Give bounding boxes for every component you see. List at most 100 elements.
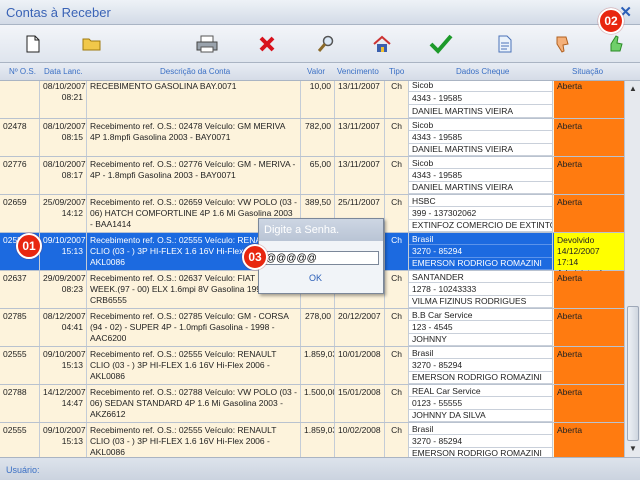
cheque-holder: DANIEL MARTINS VIEIRA <box>409 105 552 118</box>
cell-cheque: SANTANDER 1278 - 10243333 VILMA FIZINUS RO… <box>409 271 553 308</box>
cheque-bank: B.B Car Service <box>409 309 552 322</box>
cell-os: 02785 <box>0 309 40 346</box>
cell-venc: 13/11/2007 <box>335 119 385 156</box>
thumbs-down-icon[interactable] <box>548 29 578 59</box>
open-folder-icon[interactable] <box>77 29 107 59</box>
cell-valor: 65,00 <box>301 157 335 194</box>
cheque-number: 123 - 4545 <box>409 321 552 334</box>
cell-date-value: 09/10/2007 <box>43 235 86 245</box>
cell-date: 08/10/2007 08:15 <box>40 119 87 156</box>
cell-time-value: 14:12 <box>61 208 83 218</box>
window-title: Contas à Receber <box>6 5 111 20</box>
cell-venc: 10/02/2008 <box>335 423 385 457</box>
confirm-check-icon[interactable] <box>426 29 456 59</box>
col-tipo[interactable]: Tipo <box>389 67 404 76</box>
cheque-bank: SANTANDER <box>409 271 552 284</box>
cell-date-value: 29/09/2007 <box>43 273 86 283</box>
cheque-holder: EMERSON RODRIGO ROMAZINI <box>409 372 552 384</box>
cell-os: 02788 <box>0 385 40 422</box>
cell-date-value: 25/09/2007 <box>43 197 86 207</box>
cell-venc: 20/12/2007 <box>335 309 385 346</box>
table-row[interactable]: 02776 08/10/2007 08:17 Recebimento ref. O.S… <box>0 157 624 195</box>
col-os[interactable]: Nº O.S. <box>9 67 36 76</box>
table-row[interactable]: 08/10/2007 08:21 RECEBIMENTO GASOLINA BAY.… <box>0 81 624 119</box>
cheque-bank: Sicob <box>409 157 552 170</box>
cell-situacao: Aberta <box>554 309 624 346</box>
table-row[interactable]: 02478 08/10/2007 08:15 Recebimento ref. O.S… <box>0 119 624 157</box>
cheque-bank: Brasil <box>409 347 552 360</box>
callout-badge-1: 01 <box>16 233 42 259</box>
cell-valor: 1.859,03 <box>301 423 335 457</box>
cell-date: 14/12/2007 14:47 <box>40 385 87 422</box>
vertical-scrollbar[interactable]: ▲ ▼ <box>624 81 640 457</box>
col-desc[interactable]: Descrição da Conta <box>160 67 230 76</box>
cell-desc: Recebimento ref. O.S.: 02555 Veículo: RE… <box>87 423 301 457</box>
scroll-up-icon[interactable]: ▲ <box>627 83 639 95</box>
col-situacao[interactable]: Situação <box>572 67 603 76</box>
table-row[interactable]: 02788 14/12/2007 14:47 Recebimento ref. O.S… <box>0 385 624 423</box>
table-row[interactable]: 02785 08/12/2007 04:41 Recebimento ref. O.S… <box>0 309 624 347</box>
cheque-holder: EMERSON RODRIGO ROMAZINI <box>409 448 552 457</box>
cell-situacao: Aberta <box>554 81 624 118</box>
dialog-title: Digite a Senha. <box>259 219 383 241</box>
cell-cheque: Brasil 3270 - 85294 EMERSON RODRIGO ROMAZI… <box>409 233 553 270</box>
table-row[interactable]: 02555 09/10/2007 15:13 Recebimento ref. O.S… <box>0 347 624 385</box>
cell-cheque: Sicob 4343 - 19585 DANIEL MARTINS VIEIRA <box>409 81 553 118</box>
cell-venc: 15/01/2008 <box>335 385 385 422</box>
report-icon[interactable] <box>490 29 520 59</box>
cheque-number: 399 - 137302062 <box>409 207 552 220</box>
scroll-down-icon[interactable]: ▼ <box>627 443 639 455</box>
cell-date-value: 09/10/2007 <box>43 425 86 435</box>
cell-tipo: Ch <box>385 309 409 346</box>
cheque-number: 4343 - 19585 <box>409 131 552 144</box>
cheque-number: 0123 - 55555 <box>409 397 552 410</box>
cell-date: 08/10/2007 08:21 <box>40 81 87 118</box>
cell-valor: 1.859,03 <box>301 347 335 384</box>
scroll-thumb[interactable] <box>627 306 639 441</box>
cell-valor: 782,00 <box>301 119 335 156</box>
cheque-holder: DANIEL MARTINS VIEIRA <box>409 182 552 194</box>
home-icon[interactable] <box>367 29 397 59</box>
cell-date-value: 09/10/2007 <box>43 349 86 359</box>
cell-time-value: 08:15 <box>61 132 83 142</box>
cheque-bank: REAL Car Service <box>409 385 552 398</box>
cell-time-value: 08:17 <box>61 170 83 180</box>
cell-date-value: 08/12/2007 <box>43 311 86 321</box>
cheque-number: 4343 - 19585 <box>409 92 552 105</box>
col-venc[interactable]: Vencimento <box>337 67 379 76</box>
cell-situacao: Aberta <box>554 347 624 384</box>
table-row[interactable]: 02555 09/10/2007 15:13 Recebimento ref. O.S… <box>0 423 624 457</box>
cell-time-value: 15:13 <box>61 246 83 256</box>
cell-situacao: Aberta <box>554 157 624 194</box>
cell-valor: 10,00 <box>301 81 335 118</box>
cell-tipo: Ch <box>385 157 409 194</box>
col-valor[interactable]: Valor <box>307 67 325 76</box>
cell-os: 02659 <box>0 195 40 232</box>
password-input[interactable] <box>263 251 379 265</box>
print-icon[interactable] <box>192 29 222 59</box>
cell-date-value: 08/10/2007 <box>43 81 86 91</box>
delete-icon[interactable] <box>252 29 282 59</box>
cell-date-value: 14/12/2007 <box>43 387 86 397</box>
new-document-icon[interactable] <box>18 29 48 59</box>
cell-valor: 1.500,00 <box>301 385 335 422</box>
ok-button[interactable]: OK <box>309 273 322 283</box>
cell-desc: RECEBIMENTO GASOLINA BAY.0071 <box>87 81 301 118</box>
cell-situacao: Aberta <box>554 271 624 308</box>
cheque-holder: JOHNNY DA SILVA <box>409 410 552 422</box>
cell-cheque: Sicob 4343 - 19585 DANIEL MARTINS VIEIRA <box>409 119 553 156</box>
cell-cheque: Brasil 3270 - 85294 EMERSON RODRIGO ROMAZI… <box>409 347 553 384</box>
cell-os <box>0 81 40 118</box>
cell-date: 09/10/2007 15:13 <box>40 233 87 270</box>
cell-valor: 278,00 <box>301 309 335 346</box>
col-date[interactable]: Data Lanc. <box>44 67 83 76</box>
cell-date: 09/10/2007 15:13 <box>40 347 87 384</box>
cell-tipo: Ch <box>385 81 409 118</box>
search-icon[interactable] <box>311 29 341 59</box>
cell-date-value: 08/10/2007 <box>43 121 86 131</box>
col-cheque[interactable]: Dados Cheque <box>456 67 509 76</box>
cell-date-value: 08/10/2007 <box>43 159 86 169</box>
cell-cheque: Brasil 3270 - 85294 EMERSON RODRIGO ROMAZI… <box>409 423 553 457</box>
cheque-bank: Brasil <box>409 233 552 246</box>
table-header: Nº O.S. Data Lanc. Descrição da Conta Va… <box>0 63 640 81</box>
